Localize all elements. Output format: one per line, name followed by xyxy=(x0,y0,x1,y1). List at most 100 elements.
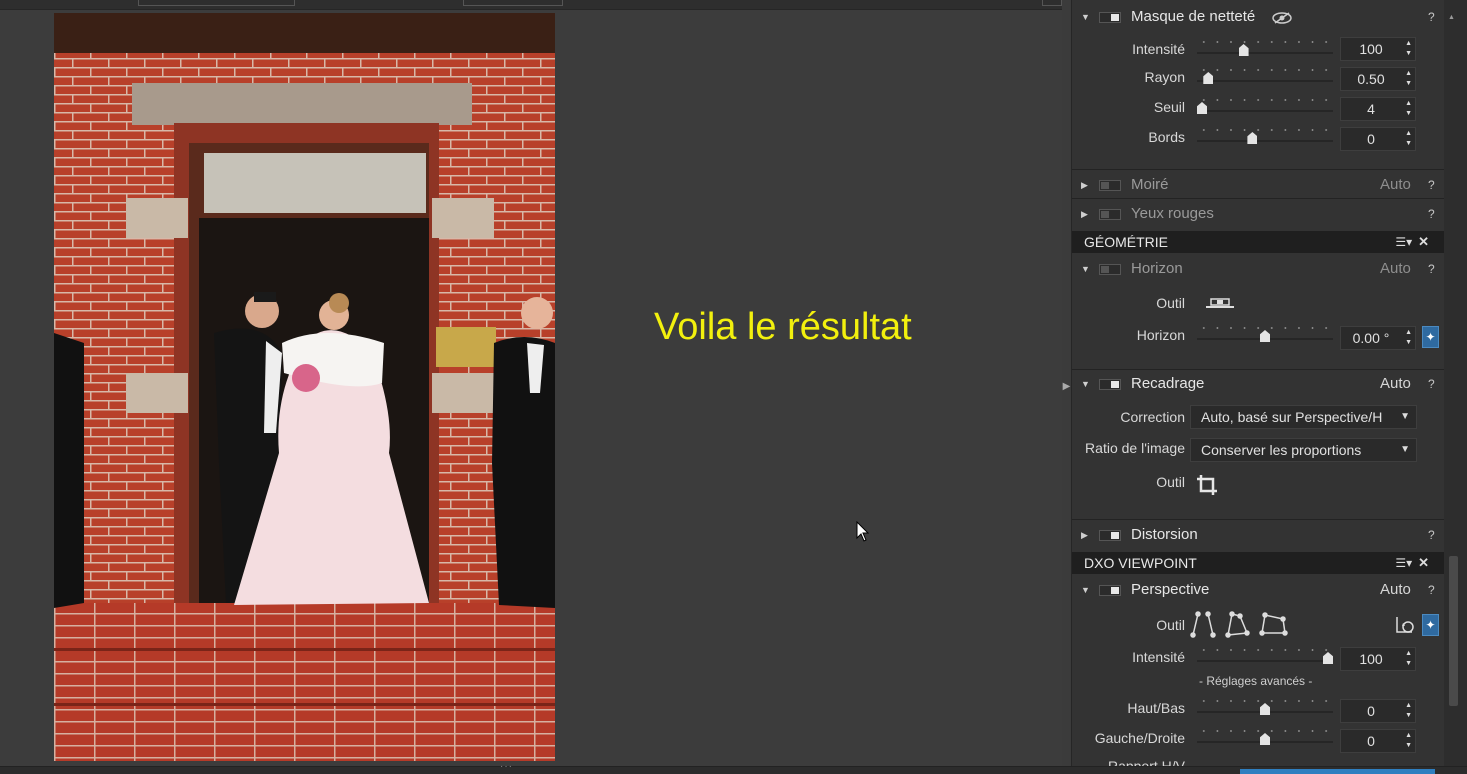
expand-triangle-icon[interactable]: ▼ xyxy=(1081,255,1090,283)
enable-toggle[interactable] xyxy=(1099,12,1121,23)
seuil-field[interactable]: 4 ▲ ▼ xyxy=(1340,97,1416,121)
resize-handle-icon[interactable]: ··· xyxy=(500,761,513,772)
distorsion-header[interactable]: ▶ Distorsion ? xyxy=(1072,521,1444,549)
auto-button[interactable]: Auto xyxy=(1380,576,1411,604)
scrollbar-thumb[interactable] xyxy=(1449,556,1458,706)
intensite-slider[interactable] xyxy=(1197,38,1333,58)
rayon-field[interactable]: 0.50 ▲ ▼ xyxy=(1340,67,1416,91)
enable-toggle[interactable] xyxy=(1099,585,1121,596)
help-icon[interactable]: ? xyxy=(1428,3,1435,31)
expand-triangle-icon[interactable]: ▼ xyxy=(1081,3,1090,31)
seuil-slider[interactable] xyxy=(1197,96,1333,116)
enable-toggle[interactable] xyxy=(1099,209,1121,220)
perspective-intensite-field[interactable]: 100 ▲ ▼ xyxy=(1340,647,1416,671)
close-icon[interactable]: ✕ xyxy=(1418,555,1429,570)
viewpoint-palette-header[interactable]: DXO VIEWPOINT ☰▾ ✕ xyxy=(1072,552,1444,574)
chevron-down-icon: ▼ xyxy=(1400,444,1410,455)
collapse-triangle-icon[interactable]: ▶ xyxy=(1081,521,1088,549)
auto-button[interactable]: Auto xyxy=(1380,255,1411,283)
correction-dropdown[interactable]: Auto, basé sur Perspective/H ▼ xyxy=(1190,405,1417,429)
divider xyxy=(1072,519,1444,520)
section-title: Masque de netteté xyxy=(1131,8,1256,25)
expand-triangle-icon[interactable]: ▼ xyxy=(1081,370,1090,398)
crop-icon[interactable] xyxy=(1196,474,1218,496)
ratio-dropdown[interactable]: Conserver les proportions ▼ xyxy=(1190,438,1417,462)
top-toolbar-strip xyxy=(0,0,1062,10)
intensite-field[interactable]: 100 ▲ ▼ xyxy=(1340,37,1416,61)
outil-label: Outil xyxy=(1156,617,1185,633)
panel-collapse-arrow-icon[interactable]: ▶ xyxy=(1062,380,1071,394)
scroll-up-icon[interactable]: ▲ xyxy=(1448,14,1455,21)
palette-menu-icon[interactable]: ☰▾ xyxy=(1395,556,1412,570)
help-icon[interactable]: ? xyxy=(1428,171,1435,199)
collapse-triangle-icon[interactable]: ▶ xyxy=(1081,171,1088,199)
enable-toggle[interactable] xyxy=(1099,264,1121,275)
divider xyxy=(1072,169,1444,170)
outil-label: Outil xyxy=(1156,295,1185,311)
horizon-field[interactable]: 0.00 ° ▲ ▼ xyxy=(1340,326,1416,350)
haut-bas-field[interactable]: 0 ▲ ▼ xyxy=(1340,699,1416,723)
section-title: Horizon xyxy=(1131,260,1183,277)
perspective-header[interactable]: ▼ Perspective Auto ? xyxy=(1072,576,1444,604)
magic-wand-icon[interactable]: ✦ xyxy=(1422,614,1439,636)
haut-bas-slider[interactable] xyxy=(1197,697,1333,717)
horizon-header[interactable]: ▼ Horizon Auto ? xyxy=(1072,255,1444,283)
perspective-intensite-label: Intensité xyxy=(1132,649,1185,665)
photo-illustration xyxy=(54,13,555,761)
horizon-slider[interactable] xyxy=(1197,324,1333,344)
dxo-photolab-window: Voila le résultat ▶ ▼ Masque de netteté … xyxy=(0,0,1467,774)
toolbar-segment[interactable] xyxy=(1042,0,1062,6)
ratio-label: Ratio de l'image xyxy=(1085,440,1185,456)
panel-scrollbar[interactable]: ▲ xyxy=(1444,0,1467,766)
bords-slider[interactable] xyxy=(1197,126,1333,146)
wedding-photo xyxy=(54,13,555,761)
enable-toggle[interactable] xyxy=(1099,530,1121,541)
help-icon[interactable]: ? xyxy=(1428,200,1435,228)
toolbar-segment[interactable] xyxy=(463,0,563,6)
eye-hidden-icon[interactable] xyxy=(1272,12,1292,24)
palette-title: GÉOMÉTRIE xyxy=(1084,234,1169,250)
collapse-triangle-icon[interactable]: ▶ xyxy=(1081,200,1088,228)
auto-button[interactable]: Auto xyxy=(1380,370,1411,398)
rapport-hv-label: Rapport H/V xyxy=(1107,758,1185,766)
recadrage-header[interactable]: ▼ Recadrage Auto ? xyxy=(1072,370,1444,398)
perspective-tools-icons xyxy=(1190,611,1288,638)
geometrie-palette-header[interactable]: GÉOMÉTRIE ☰▾ ✕ xyxy=(1072,231,1444,253)
expand-triangle-icon[interactable]: ▼ xyxy=(1081,576,1090,604)
rayon-slider[interactable] xyxy=(1197,66,1333,86)
gauche-droite-label: Gauche/Droite xyxy=(1094,730,1185,746)
enable-toggle[interactable] xyxy=(1099,379,1121,390)
chevron-down-icon: ▼ xyxy=(1400,411,1410,422)
bords-field[interactable]: 0 ▲ ▼ xyxy=(1340,127,1416,151)
section-title: Perspective xyxy=(1131,581,1210,598)
help-icon[interactable]: ? xyxy=(1428,370,1435,398)
masque-nettete-header[interactable]: ▼ Masque de netteté ? xyxy=(1072,3,1444,31)
perspective-8pt-tool-icon[interactable] xyxy=(1259,612,1288,636)
perspective-rect-tool-icon[interactable] xyxy=(1225,611,1250,638)
status-bar xyxy=(1240,769,1435,774)
rayon-label: Rayon xyxy=(1144,69,1185,85)
image-viewer: Voila le résultat xyxy=(0,10,1062,766)
reset-tool-icon[interactable] xyxy=(1394,614,1416,636)
toolbar-segment[interactable] xyxy=(138,0,295,6)
yeux-rouges-header[interactable]: ▶ Yeux rouges ? xyxy=(1072,200,1444,228)
auto-button[interactable]: Auto xyxy=(1380,171,1411,199)
close-icon[interactable]: ✕ xyxy=(1418,234,1429,249)
palette-title: DXO VIEWPOINT xyxy=(1084,555,1197,571)
horizon-tool-icon[interactable] xyxy=(1205,296,1235,310)
help-icon[interactable]: ? xyxy=(1428,255,1435,283)
gauche-droite-field[interactable]: 0 ▲ ▼ xyxy=(1340,729,1416,753)
palette-menu-icon[interactable]: ☰▾ xyxy=(1395,235,1412,249)
intensite-label: Intensité xyxy=(1132,41,1185,57)
enable-toggle[interactable] xyxy=(1099,180,1121,191)
gauche-droite-slider[interactable] xyxy=(1197,727,1333,747)
moire-header[interactable]: ▶ Moiré Auto ? xyxy=(1072,171,1444,199)
help-icon[interactable]: ? xyxy=(1428,521,1435,549)
magic-wand-icon[interactable]: ✦ xyxy=(1422,326,1439,348)
horizon-slider-label: Horizon xyxy=(1136,327,1185,343)
bottom-filmstrip-bar: ··· xyxy=(0,761,1467,774)
advanced-settings-link[interactable]: - Réglages avancés - xyxy=(1199,674,1312,688)
perspective-parallel-tool-icon[interactable] xyxy=(1190,611,1216,638)
perspective-intensite-slider[interactable] xyxy=(1197,646,1333,666)
help-icon[interactable]: ? xyxy=(1428,576,1435,604)
